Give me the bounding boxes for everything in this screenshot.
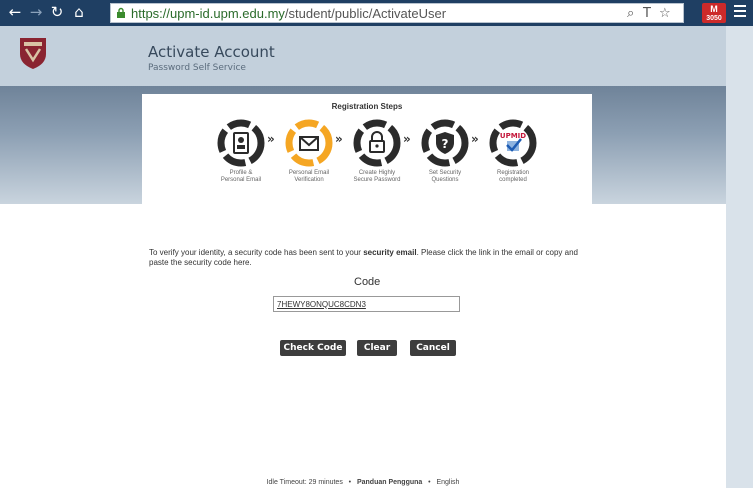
step-email-verification: Personal Email Verification: [274, 118, 344, 184]
url-text: https://upm-id.upm.edu.my/student/public…: [131, 6, 447, 21]
home-icon[interactable]: ⌂: [70, 3, 88, 21]
step-password: Create Highly Secure Password: [342, 118, 412, 184]
svg-text:?: ?: [442, 137, 449, 151]
check-code-button[interactable]: Check Code: [280, 340, 346, 356]
window-edge: [726, 26, 753, 488]
browser-toolbar: ← → ↻ ⌂ https://upm-id.upm.edu.my/studen…: [0, 0, 753, 26]
address-bar[interactable]: https://upm-id.upm.edu.my/student/public…: [110, 3, 684, 23]
lock-icon: [117, 7, 125, 18]
question-icon: ?: [421, 119, 469, 167]
app-header: Activate Account Password Self Service: [0, 26, 726, 86]
steps-title: Registration Steps: [331, 102, 403, 111]
search-icon[interactable]: ⌕: [627, 5, 634, 22]
user-guide-link[interactable]: Panduan Pengguna: [357, 479, 422, 486]
verify-instructions: To verify your identity, a security code…: [149, 248, 578, 267]
mail-extension-icon[interactable]: M 3050: [702, 3, 726, 23]
footer: Idle Timeout: 29 minutes • Panduan Pengg…: [266, 479, 460, 486]
step-security-questions: ? Set Security Questions: [410, 118, 480, 184]
clear-button[interactable]: Clear: [357, 340, 397, 356]
svg-text:UPMID: UPMID: [500, 132, 526, 140]
reload-icon[interactable]: ↻: [48, 3, 66, 21]
upm-logo-icon: [20, 38, 46, 69]
star-icon[interactable]: ☆: [659, 5, 671, 22]
lock-icon: [353, 119, 401, 167]
back-icon[interactable]: ←: [6, 3, 24, 21]
translate-icon[interactable]: T: [643, 5, 651, 22]
page-subtitle: Password Self Service: [148, 63, 246, 73]
profile-icon: [217, 119, 265, 167]
checkmark-icon: UPMID: [489, 119, 537, 167]
idle-timeout: Idle Timeout: 29 minutes: [266, 479, 343, 486]
page-title: Activate Account: [148, 43, 275, 61]
menu-icon[interactable]: [734, 5, 746, 19]
security-code-input[interactable]: [273, 296, 460, 312]
email-icon: [285, 119, 333, 167]
step-profile: Profile & Personal Email: [206, 118, 276, 184]
registration-steps: Registration Steps Profile & Personal Ema…: [142, 94, 592, 204]
cancel-button[interactable]: Cancel: [410, 340, 456, 356]
step-completed: UPMID Registration completed: [478, 118, 548, 184]
forward-icon[interactable]: →: [27, 3, 45, 21]
language-link[interactable]: English: [436, 479, 459, 486]
